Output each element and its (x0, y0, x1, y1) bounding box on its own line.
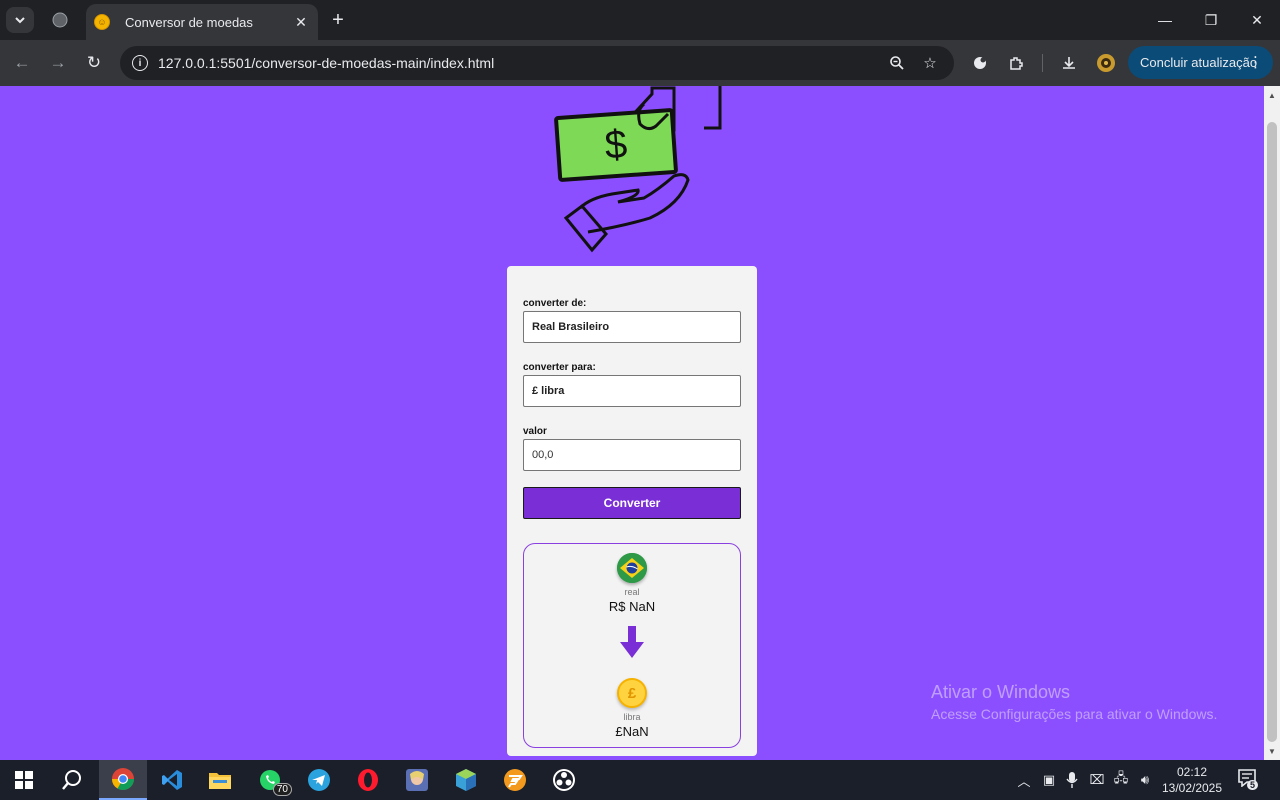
arrow-down-icon (620, 626, 644, 658)
active-tab[interactable]: ☺ Conversor de moedas ✕ (86, 4, 318, 40)
update-button-label: Concluir atualização (1140, 55, 1258, 70)
convert-button[interactable]: Converter (523, 487, 741, 519)
whatsapp-taskbar-icon[interactable]: 70 (254, 764, 292, 796)
money-hands-illustration: $ (554, 86, 722, 253)
to-label: converter para: (523, 362, 596, 373)
extension-puzzle-colored-icon[interactable] (969, 52, 991, 74)
globe-icon (52, 12, 68, 28)
search-icon[interactable] (56, 764, 88, 796)
chrome-taskbar-icon[interactable] (99, 760, 147, 800)
scroll-down-icon[interactable]: ▼ (1267, 746, 1277, 756)
file-explorer-taskbar-icon[interactable] (204, 764, 236, 796)
page-scrollbar[interactable]: ▲ ▼ (1264, 86, 1280, 760)
scroll-thumb[interactable] (1267, 122, 1277, 742)
inactive-tab[interactable] (48, 9, 72, 31)
minimize-icon[interactable]: — (1150, 8, 1180, 32)
profile-avatar[interactable] (1095, 52, 1117, 74)
amount-input[interactable]: 00,0 (523, 439, 741, 471)
tray-microphone-icon[interactable] (1063, 771, 1081, 789)
update-button[interactable]: Concluir atualização ⋮ (1128, 46, 1273, 79)
forward-icon[interactable]: → (45, 50, 71, 76)
tab-search-button[interactable] (6, 7, 34, 33)
page-viewport: $ converter de: Real Brasileiro converte… (0, 86, 1264, 760)
address-bar[interactable]: i 127.0.0.1:5501/conversor-de-moedas-mai… (120, 46, 954, 80)
menu-dots-icon[interactable]: ⋮ (1248, 53, 1263, 71)
windows-taskbar: 70 ︿ ▣ ⌧ 🖧 🔊︎ 02:12 13/02/2025 5 (0, 760, 1280, 800)
tray-chevron-up-icon[interactable]: ︿ (1015, 771, 1033, 789)
from-label: converter de: (523, 298, 587, 309)
game-app-taskbar-icon[interactable] (401, 764, 433, 796)
opera-taskbar-icon[interactable] (352, 764, 384, 796)
obs-taskbar-icon[interactable] (548, 764, 580, 796)
from-currency-select[interactable]: Real Brasileiro (523, 311, 741, 343)
bookmark-star-icon[interactable]: ☆ (920, 53, 940, 73)
chevron-down-icon (15, 17, 25, 24)
converter-card: converter de: Real Brasileiro converter … (507, 266, 757, 756)
telegram-taskbar-icon[interactable] (303, 764, 335, 796)
to-currency-select[interactable]: £ libra (523, 375, 741, 407)
whatsapp-badge: 70 (272, 783, 292, 796)
windows-start-icon[interactable] (8, 764, 40, 796)
tab-close-icon[interactable]: ✕ (292, 13, 310, 31)
zoom-icon[interactable] (887, 53, 907, 73)
back-icon[interactable]: ← (9, 50, 35, 76)
url-text[interactable]: 127.0.0.1:5501/conversor-de-moedas-main/… (158, 55, 494, 71)
tab-strip: ☺ Conversor de moedas ✕ + — ❐ ✕ (0, 0, 1280, 40)
garena-free-fire-taskbar-icon[interactable] (499, 764, 531, 796)
pound-coin-icon: £ (617, 678, 647, 708)
extensions-icon[interactable] (1005, 52, 1027, 74)
close-window-icon[interactable]: ✕ (1242, 8, 1272, 32)
tray-network-icon[interactable]: 🖧 (1112, 770, 1130, 789)
coin-favicon-icon: ☺ (94, 14, 110, 30)
amount-label: valor (523, 426, 547, 437)
system-clock[interactable]: 02:12 13/02/2025 (1160, 764, 1224, 796)
toolbar-divider (1042, 54, 1043, 72)
clock-time: 02:12 (1176, 765, 1208, 779)
windows-activation-subtitle: Acesse Configurações para ativar o Windo… (931, 706, 1218, 722)
vscode-taskbar-icon[interactable] (156, 764, 188, 796)
brazil-flag-icon (617, 553, 647, 583)
source-currency-value: R$ NaN (608, 599, 656, 614)
svg-text:$: $ (603, 122, 628, 167)
site-info-icon[interactable]: i (132, 55, 148, 71)
tray-volume-icon[interactable]: 🔊︎ (1136, 771, 1154, 789)
browser-toolbar: ← → ↻ i 127.0.0.1:5501/conversor-de-moed… (0, 40, 1280, 86)
source-currency-name: real (624, 587, 640, 597)
tray-battery-icon[interactable]: ⌧ (1088, 771, 1106, 789)
notification-count-badge: 5 (1247, 780, 1259, 790)
tab-title: Conversor de moedas (125, 14, 253, 30)
download-icon[interactable] (1058, 52, 1080, 74)
scroll-up-icon[interactable]: ▲ (1267, 90, 1277, 100)
windows-activation-title: Ativar o Windows (931, 682, 1071, 702)
new-tab-icon[interactable]: + (326, 9, 350, 31)
reload-icon[interactable]: ↻ (81, 50, 107, 76)
target-currency-name: libra (623, 712, 641, 722)
target-currency-value: £NaN (615, 724, 649, 739)
tray-phone-link-icon[interactable]: ▣ (1040, 771, 1058, 789)
result-box: real R$ NaN £ libra £NaN (523, 543, 741, 748)
cube-app-taskbar-icon[interactable] (450, 764, 482, 796)
restore-icon[interactable]: ❐ (1196, 8, 1226, 32)
clock-date: 13/02/2025 (1161, 781, 1223, 795)
